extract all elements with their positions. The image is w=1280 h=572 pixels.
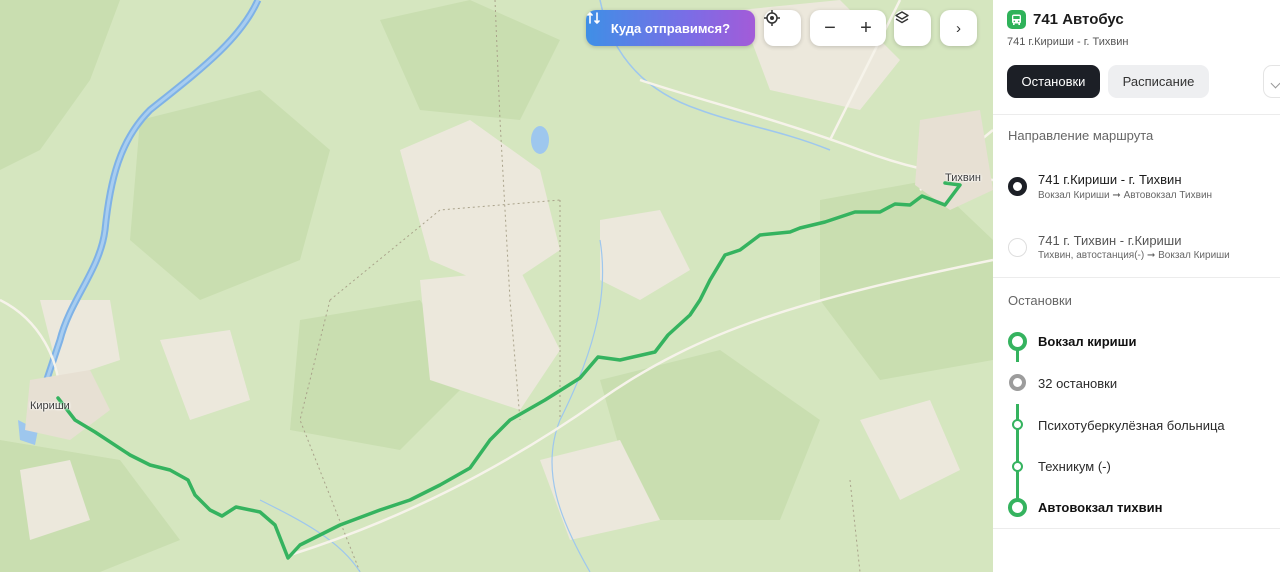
radio-selected[interactable] [1008,177,1027,196]
zoom-in-button[interactable]: + [850,10,882,46]
bus-icon [1007,10,1026,29]
map-canvas [0,0,993,572]
tab-stops[interactable]: Остановки [1007,65,1100,98]
where-to-go-button[interactable]: Куда отправимся? [586,10,755,46]
stop-item[interactable]: Вокзал кириши [1038,334,1136,349]
stop-marker-start [1008,332,1027,351]
crosshair-icon [764,10,780,26]
layers-button[interactable] [894,10,931,46]
divider [993,277,1280,278]
where-to-go-label: Куда отправимся? [610,20,731,36]
route-arrows-icon [587,11,600,25]
locate-me-button[interactable] [764,10,801,46]
route-panel: 741 Автобус 741 г.Кириши - г. Тихвин Ост… [993,0,1280,572]
direction-option-forward[interactable]: 741 г.Кириши - г. Тихвин Вокзал Кириши ➞… [993,160,1280,214]
route-subtitle: 741 г.Кириши - г. Тихвин [1007,36,1129,48]
stops-count-toggle[interactable]: 32 остановки [1038,376,1117,391]
next-button[interactable]: › [940,10,977,46]
divider [993,114,1280,115]
panel-tabs: Остановки Расписание [1007,65,1209,98]
stop-marker-end [1008,498,1027,517]
divider [993,528,1280,529]
direction-option-reverse[interactable]: 741 г. Тихвин - г.Кириши Тихвин, автоста… [993,221,1280,275]
direction-section-label: Направление маршрута [1008,128,1154,143]
layers-icon [895,11,909,24]
stops-count-marker [1009,374,1026,391]
more-dropdown-button[interactable] [1263,65,1280,98]
direction-title: 741 г.Кириши - г. Тихвин [1038,172,1182,187]
map-view[interactable]: Кириши Тихвин Куда отправимся? − + › [0,0,993,572]
stop-item[interactable]: Техникум (-) [1038,459,1111,474]
direction-subtitle: Тихвин, автостанция(-) ➞ Вокзал Кириши [1038,250,1230,261]
city-label-kirishi: Кириши [30,400,70,412]
route-header: 741 Автобус [1007,10,1124,29]
tab-schedule[interactable]: Расписание [1108,65,1209,98]
stop-marker [1012,461,1023,472]
radio-unselected[interactable] [1008,238,1027,257]
direction-subtitle: Вокзал Кириши ➞ Автовокзал Тихвин [1038,190,1213,201]
zoom-out-button[interactable]: − [814,10,846,46]
city-label-tikhvin: Тихвин [945,172,981,184]
stop-item[interactable]: Автовокзал тихвин [1038,500,1162,515]
route-title: 741 Автобус [1033,11,1124,28]
zoom-controls: − + [810,10,886,46]
stop-marker [1012,419,1023,430]
stops-section-label: Остановки [1008,293,1072,308]
stop-item[interactable]: Психотуберкулёзная больница [1038,418,1225,433]
direction-title: 741 г. Тихвин - г.Кириши [1038,233,1182,248]
